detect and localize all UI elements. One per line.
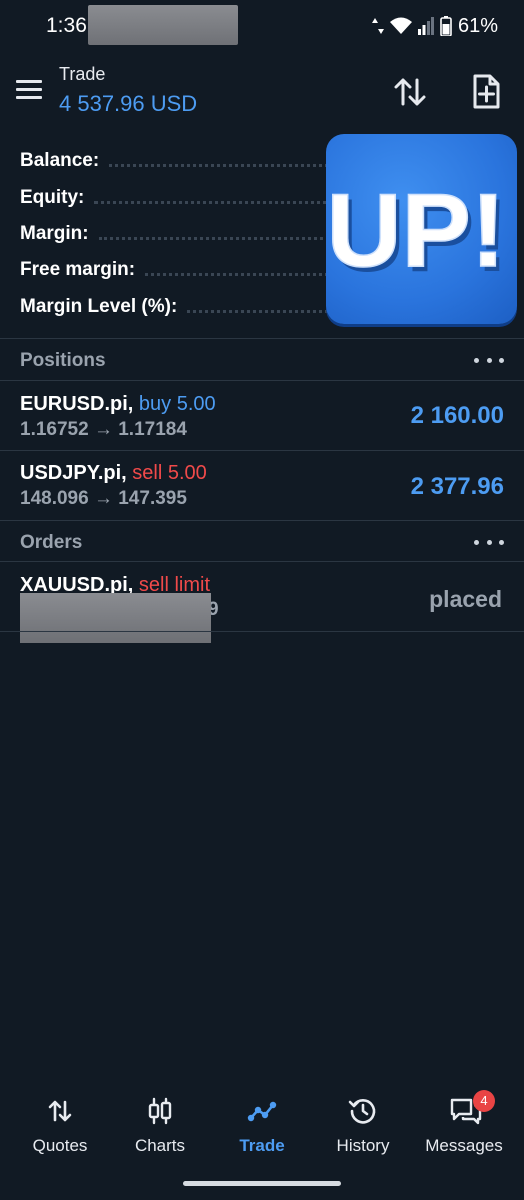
sticker-text: UP! [326,173,505,289]
free-margin-label: Free margin: [20,259,136,280]
balance-label: Balance: [20,150,100,171]
sort-button[interactable] [390,72,430,112]
position-symbol-line: USDJPY.pi, sell 5.00 [20,462,207,485]
status-icons: 61% [372,14,498,38]
messages-icon: 4 [449,1090,495,1126]
status-time: 1:36 [46,14,87,37]
dotted-leader [98,236,340,240]
balance-row: Balance: [20,143,340,179]
orders-more-button[interactable] [474,532,504,552]
battery-icon [440,16,452,36]
positions-title: Positions [20,350,106,371]
margin-label: Margin: [20,223,89,244]
wifi-icon [390,17,412,34]
order-status: placed [429,586,502,612]
free-margin-row: Free margin: [20,252,340,288]
nav-history[interactable]: History [313,1090,413,1160]
nav-charts[interactable]: Charts [110,1090,210,1160]
new-document-icon [473,74,500,109]
position-prices: 1.16752 → 1.17184 [20,419,187,440]
nav-quotes[interactable]: Quotes [10,1090,110,1160]
orders-title: Orders [20,532,83,553]
page-title: Trade [59,64,106,84]
positions-more-button[interactable] [474,350,504,370]
new-order-button[interactable] [466,72,506,112]
position-symbol-line: EURUSD.pi, buy 5.00 [20,393,216,416]
trade-icon [247,1096,277,1126]
margin-level-row: Margin Level (%): [20,289,340,325]
battery-percent: 61% [458,14,499,37]
position-profit: 2 377.96 [410,473,504,500]
menu-button[interactable] [14,78,44,102]
redacted-area [88,5,238,45]
position-side: buy 5.00 [138,393,216,415]
position-symbol: USDJPY.pi, [20,462,127,484]
position-symbol: EURUSD.pi, [20,393,134,415]
equity-label: Equity: [20,187,85,208]
home-indicator[interactable] [183,1181,341,1186]
sort-arrows-icon [394,78,426,106]
position-prices: 148.096 → 147.395 [20,488,187,509]
messages-badge: 4 [473,1090,495,1112]
data-arrows-icon [372,18,384,34]
dotted-leader [145,272,340,276]
nav-label: Quotes [32,1136,88,1155]
nav-label: Messages [425,1136,503,1155]
history-icon [348,1096,378,1126]
nav-label: History [336,1136,390,1155]
divider [0,338,524,339]
dotted-leader [109,163,340,167]
dotted-leader [187,309,340,313]
margin-level-label: Margin Level (%): [20,296,178,317]
divider [0,520,524,521]
up-sticker-image: UP! UP! [326,134,517,324]
divider [0,631,524,632]
margin-row: Margin: [20,216,340,252]
position-profit: 2 160.00 [410,402,504,429]
dotted-leader [94,200,340,204]
position-side: sell 5.00 [132,462,207,484]
nav-messages[interactable]: 4 Messages [414,1090,514,1160]
equity-row: Equity: [20,180,340,216]
nav-trade[interactable]: Trade [212,1090,312,1160]
charts-icon [145,1096,175,1126]
nav-label: Trade [239,1136,285,1155]
nav-label: Charts [134,1136,186,1155]
header-balance: 4 537.96 USD [59,91,198,116]
signal-icon [418,17,434,35]
quotes-icon [45,1096,75,1126]
redacted-area [20,593,211,643]
